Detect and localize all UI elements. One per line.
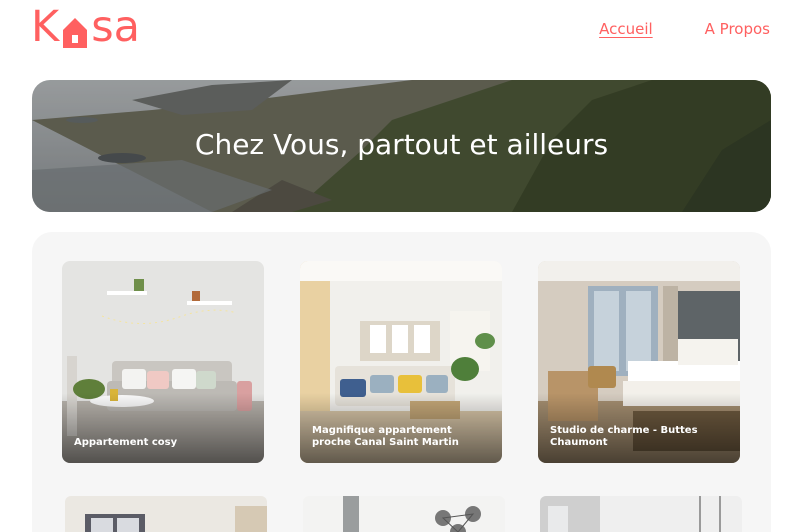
nav-link-a-propos[interactable]: A Propos	[705, 20, 770, 38]
listing-card[interactable]: Studio de charme - Buttes Chaumont	[538, 261, 740, 463]
room-photo	[65, 496, 267, 532]
card-shade	[62, 393, 264, 463]
listing-card[interactable]: Magnifique appartement proche Canal Sain…	[300, 261, 502, 463]
room-photo	[303, 496, 505, 532]
listing-card[interactable]	[303, 496, 505, 532]
site-header: K sa Accueil A Propos	[0, 0, 800, 60]
room-photo	[540, 496, 742, 532]
main-nav: Accueil A Propos	[599, 20, 770, 38]
hero-banner: Chez Vous, partout et ailleurs	[32, 80, 771, 212]
logo-letters-sa: sa	[91, 2, 140, 52]
banner-title: Chez Vous, partout et ailleurs	[194, 128, 609, 161]
nav-link-accueil[interactable]: Accueil	[599, 20, 653, 38]
listing-card[interactable]	[540, 496, 742, 532]
listing-card[interactable]: Appartement cosy	[62, 261, 264, 463]
listing-title: Magnifique appartement proche Canal Sain…	[312, 425, 459, 448]
logo-letter-k: K	[31, 2, 60, 52]
listing-title: Studio de charme - Buttes Chaumont	[550, 425, 698, 448]
house-icon	[63, 18, 88, 48]
listing-card[interactable]	[65, 496, 267, 532]
kasa-logo[interactable]: K sa	[31, 2, 140, 52]
listing-title: Appartement cosy	[74, 437, 178, 448]
listings-gallery: Appartement cosy Magnifique appartement …	[32, 232, 771, 532]
